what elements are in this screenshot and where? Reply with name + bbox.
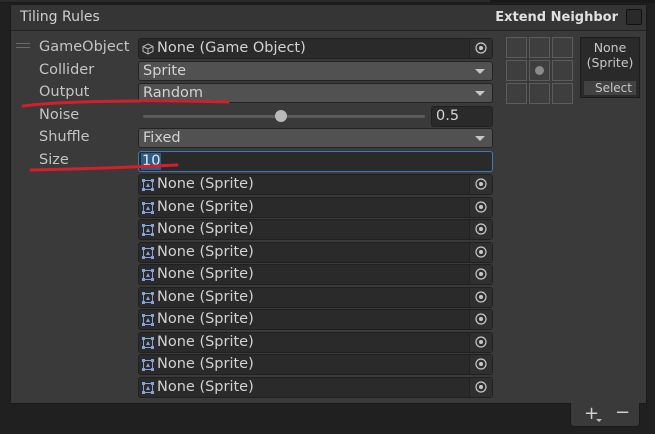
sprite-value: None (Sprite) (157, 311, 254, 327)
shuffle-value: Fixed (143, 130, 181, 146)
sprite-field[interactable]: None (Sprite) (138, 309, 493, 330)
sprite-picker-button[interactable] (469, 310, 492, 329)
size-value: 10 (141, 153, 162, 170)
gameobject-field[interactable]: None (Game Object) (138, 38, 493, 59)
sprite-field[interactable]: None (Sprite) (138, 354, 493, 375)
chevron-down-icon (475, 136, 485, 141)
noise-label: Noise (39, 107, 80, 123)
grid-cell[interactable] (552, 83, 573, 104)
extend-neighbor-checkbox[interactable] (626, 9, 642, 25)
object-picker-icon (475, 223, 487, 235)
sprite-value: None (Sprite) (157, 221, 254, 237)
grid-cell[interactable] (552, 60, 573, 81)
sprite-field[interactable]: None (Sprite) (138, 196, 493, 218)
sprite-field[interactable]: None (Sprite) (138, 219, 493, 240)
preview-line2: (Sprite) (586, 55, 634, 70)
preview-select-button[interactable]: Select (584, 81, 636, 95)
grid-cell[interactable] (529, 83, 550, 104)
object-picker-icon (475, 335, 487, 348)
chevron-down-icon (475, 69, 485, 74)
grid-cell[interactable] (506, 60, 527, 81)
collider-value: Sprite (143, 63, 187, 79)
shuffle-dropdown[interactable]: Fixed (138, 128, 493, 148)
sprite-picker-button[interactable] (469, 220, 492, 239)
noise-slider-handle[interactable] (275, 110, 287, 122)
object-picker-icon (475, 313, 487, 325)
size-input[interactable]: 10 (138, 151, 493, 172)
sprite-icon (142, 314, 154, 326)
sprite-icon (142, 359, 154, 371)
output-value: Random (143, 85, 204, 101)
list-footer: + − (570, 402, 640, 427)
collider-dropdown[interactable]: Sprite (138, 61, 493, 81)
sprite-picker-button[interactable] (469, 355, 492, 374)
object-picker-icon (475, 42, 487, 54)
sprite-icon (142, 381, 154, 394)
sprite-icon (142, 291, 154, 304)
sprite-value: None (Sprite) (157, 243, 254, 260)
sprite-picker-button[interactable] (469, 377, 492, 397)
sprite-value: None (Sprite) (157, 378, 254, 395)
sprite-value: None (Sprite) (157, 176, 254, 192)
chevron-down-icon (475, 91, 485, 96)
grid-cell[interactable] (529, 37, 550, 58)
object-picker-icon (475, 358, 487, 370)
remove-rule-button[interactable]: − (615, 402, 630, 423)
extend-neighbor-label: Extend Neighbor (495, 10, 618, 25)
output-label: Output (39, 84, 90, 100)
grid-cell[interactable] (552, 37, 573, 58)
sprite-picker-button[interactable] (469, 265, 492, 284)
sprite-value: None (Sprite) (157, 198, 254, 215)
sprite-field[interactable]: None (Sprite) (138, 264, 493, 285)
size-label: Size (39, 152, 69, 168)
grid-cell[interactable] (506, 83, 527, 104)
sprite-field[interactable]: None (Sprite) (138, 174, 493, 195)
sprite-icon (142, 224, 154, 236)
gameobject-value: None (Game Object) (157, 40, 306, 56)
top-strip (0, 0, 655, 3)
object-picker-icon (475, 200, 487, 213)
sprite-preview[interactable]: None (Sprite) Select (580, 37, 640, 98)
preview-line1: None (593, 40, 627, 55)
noise-value-field[interactable]: 0.5 (431, 106, 493, 127)
sprite-icon (142, 201, 154, 214)
tiling-rules-header: Tiling Rules Extend Neighbor (10, 4, 647, 31)
shuffle-label: Shuffle (39, 129, 90, 145)
sprite-value: None (Sprite) (157, 266, 254, 282)
sprite-picker-button[interactable] (469, 175, 492, 194)
sprite-picker-button[interactable] (469, 242, 492, 262)
sprite-icon (142, 336, 154, 349)
sprite-field[interactable]: None (Sprite) (138, 286, 493, 308)
object-picker-icon (475, 245, 487, 258)
center-dot-icon (535, 66, 544, 75)
header-title: Tiling Rules (20, 9, 100, 25)
object-picker-icon (475, 380, 487, 393)
sprite-field[interactable]: None (Sprite) (138, 376, 493, 398)
sprite-icon (142, 179, 154, 191)
sprite-picker-button[interactable] (469, 332, 492, 352)
rule-neighbor-grid[interactable] (506, 37, 573, 104)
sprite-value: None (Sprite) (157, 333, 254, 350)
output-dropdown[interactable]: Random (138, 83, 493, 103)
sprite-icon (142, 246, 154, 259)
cube-icon (142, 43, 154, 55)
gameobject-label: GameObject (39, 39, 130, 55)
noise-value: 0.5 (436, 108, 460, 124)
gameobject-picker-button[interactable] (469, 39, 492, 58)
object-picker-icon (475, 268, 487, 280)
chevron-down-icon (596, 419, 602, 422)
grid-cell[interactable] (506, 37, 527, 58)
object-picker-icon (475, 178, 487, 190)
sprite-value: None (Sprite) (157, 288, 254, 305)
object-picker-icon (475, 290, 487, 303)
sprite-icon (142, 269, 154, 281)
drag-handle-icon[interactable] (16, 43, 30, 53)
collider-label: Collider (39, 62, 95, 78)
sprite-field[interactable]: None (Sprite) (138, 331, 493, 353)
sprite-picker-button[interactable] (469, 197, 492, 217)
sprite-value: None (Sprite) (157, 356, 254, 372)
sprite-field[interactable]: None (Sprite) (138, 241, 493, 263)
sprite-picker-button[interactable] (469, 287, 492, 307)
